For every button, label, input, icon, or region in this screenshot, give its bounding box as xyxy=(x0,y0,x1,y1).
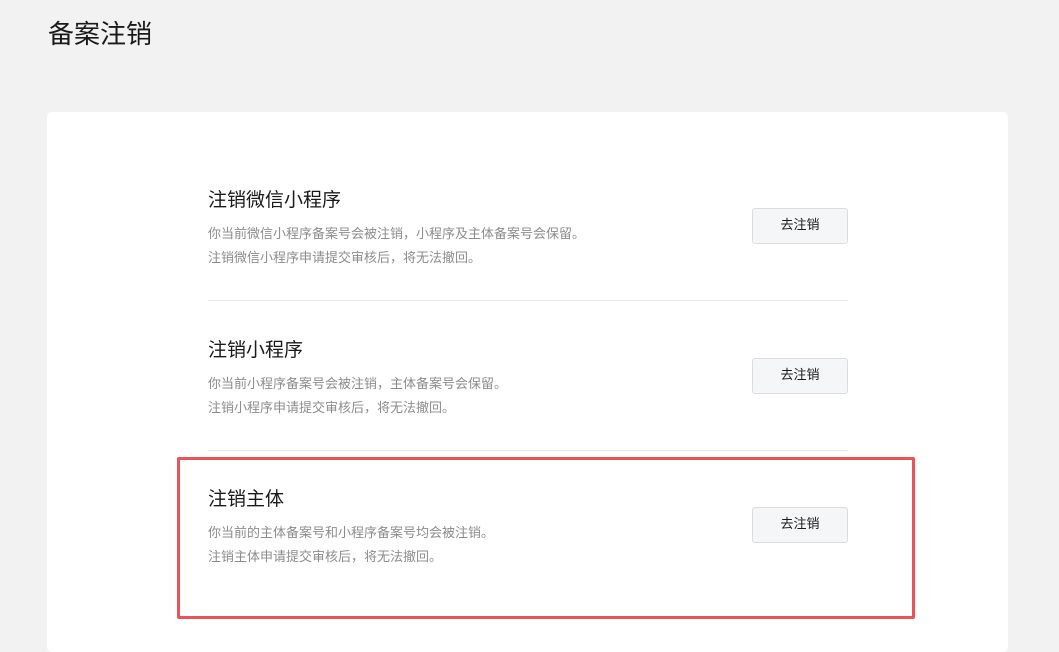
highlight-annotation-box xyxy=(177,457,915,619)
option-description-line-1: 你当前微信小程序备案号会被注销，小程序及主体备案号会保留。 xyxy=(208,227,586,242)
option-description-line-1: 你当前小程序备案号会被注销，主体备案号会保留。 xyxy=(208,377,508,392)
option-cancel-wechat-miniprogram: 注销微信小程序 你当前微信小程序备案号会被注销，小程序及主体备案号会保留。 注销… xyxy=(208,186,848,266)
option-title: 注销小程序 xyxy=(208,339,304,361)
divider xyxy=(208,300,848,301)
option-description-line-2: 注销小程序申请提交审核后，将无法撤回。 xyxy=(208,401,456,416)
cancel-wechat-miniprogram-button[interactable]: 去注销 xyxy=(752,208,848,244)
divider xyxy=(208,450,848,451)
page-title: 备案注销 xyxy=(48,20,153,50)
option-cancel-miniprogram: 注销小程序 你当前小程序备案号会被注销，主体备案号会保留。 注销小程序申请提交审… xyxy=(208,336,848,416)
option-description-line-2: 注销微信小程序申请提交审核后，将无法撤回。 xyxy=(208,251,482,266)
option-title: 注销微信小程序 xyxy=(208,189,342,211)
cancel-miniprogram-button[interactable]: 去注销 xyxy=(752,358,848,394)
